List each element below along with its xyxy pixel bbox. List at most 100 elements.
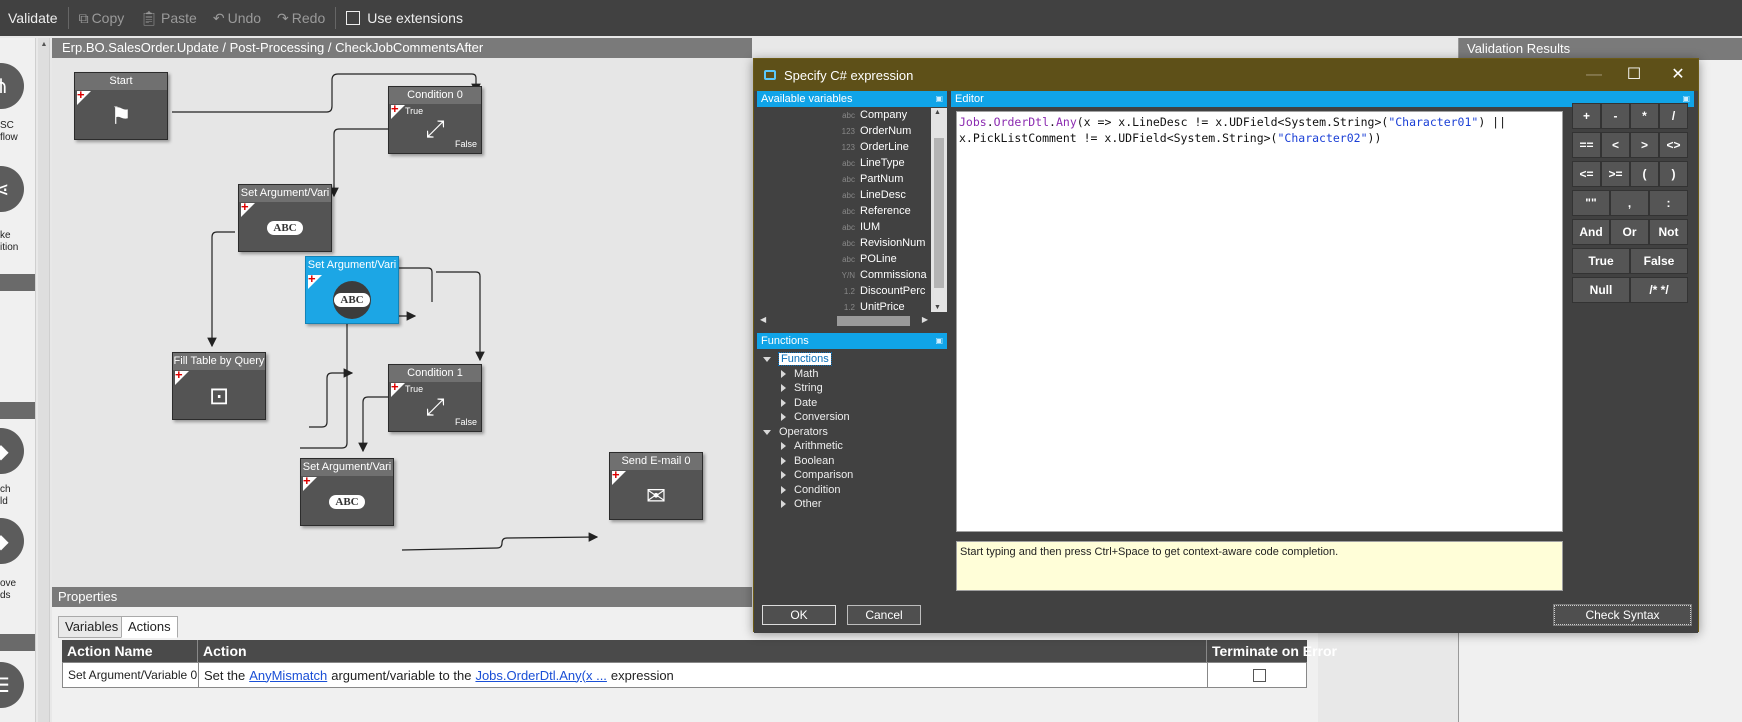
expand-icon[interactable] xyxy=(781,471,786,479)
tree-node-arithmetic[interactable]: Arithmetic xyxy=(781,438,843,454)
variables-hscrollbar[interactable]: ◀ ▶ xyxy=(757,314,931,328)
table-row[interactable]: Set Argument/Variable 0 Set the AnyMisma… xyxy=(62,662,1307,688)
expand-icon[interactable] xyxy=(781,370,786,378)
action-name-cell[interactable]: Set Argument/Variable 0 xyxy=(63,663,199,687)
multiply-button[interactable]: * xyxy=(1630,103,1659,129)
false-button[interactable]: False xyxy=(1630,248,1688,274)
collapse-icon[interactable] xyxy=(763,429,771,435)
less-equal-button[interactable]: <= xyxy=(1572,161,1601,187)
expression-editor[interactable]: Jobs.OrderDtl.Any(x => x.LineDesc != x.U… xyxy=(956,111,1563,532)
scroll-right-icon[interactable]: ▶ xyxy=(922,315,928,324)
dialog-title-bar[interactable]: Specify C# expression — ☐ ✕ xyxy=(754,59,1698,91)
share-icon[interactable]: ⋖ xyxy=(0,166,24,212)
and-button[interactable]: And xyxy=(1572,219,1610,245)
not-equal-button[interactable]: <> xyxy=(1659,132,1688,158)
minimize-icon[interactable]: — xyxy=(1572,59,1616,91)
column-header-terminate[interactable]: Terminate on Error xyxy=(1207,640,1337,662)
scroll-left-icon[interactable]: ◀ xyxy=(760,315,766,324)
tree-node-other[interactable]: Other xyxy=(781,496,822,512)
condition-1-node[interactable]: Condition 1 + True ⤢ False xyxy=(388,364,482,432)
comment-button[interactable]: /* */ xyxy=(1630,277,1688,303)
null-button[interactable]: Null xyxy=(1572,277,1630,303)
variable-link[interactable]: AnyMismatch xyxy=(249,668,327,683)
use-extensions-toggle[interactable]: Use extensions xyxy=(338,0,471,36)
column-header-action[interactable]: Action xyxy=(198,640,1207,662)
expand-icon[interactable] xyxy=(781,500,786,508)
start-node[interactable]: Start + ⚑ xyxy=(74,72,168,140)
tree-node-functions[interactable]: Functions xyxy=(763,351,832,367)
or-button[interactable]: Or xyxy=(1610,219,1649,245)
palette-group-header[interactable] xyxy=(0,634,35,651)
validate-button[interactable]: Validate xyxy=(0,0,66,36)
list-item[interactable]: abc LineType xyxy=(757,156,932,172)
document-icon[interactable]: ☰ xyxy=(0,662,24,708)
ok-button[interactable]: OK xyxy=(762,605,836,625)
set-argument-node[interactable]: Set Argument/Vari + ABC xyxy=(238,184,332,252)
equals-button[interactable]: == xyxy=(1572,132,1601,158)
quotes-button[interactable]: "" xyxy=(1572,190,1610,216)
list-item[interactable]: abc IUM xyxy=(757,220,932,236)
scroll-up-icon[interactable]: ▲ xyxy=(934,109,941,116)
expand-icon[interactable] xyxy=(781,399,786,407)
redo-button[interactable]: ↷ Redo xyxy=(269,0,333,36)
scrollbar-thumb[interactable] xyxy=(837,316,910,326)
fill-table-node[interactable]: Fill Table by Query + ⊡ xyxy=(172,352,266,420)
list-item[interactable]: abc POLine xyxy=(757,252,932,268)
workflow-icon[interactable]: ⋔ xyxy=(0,63,24,109)
tree-node-comparison[interactable]: Comparison xyxy=(781,467,853,483)
minus-button[interactable]: - xyxy=(1601,103,1630,129)
expand-icon[interactable] xyxy=(781,442,786,450)
checkbox-icon[interactable] xyxy=(346,11,361,25)
list-item[interactable]: 1.2 DiscountPerc xyxy=(757,284,932,300)
comma-button[interactable]: , xyxy=(1610,190,1649,216)
greater-than-button[interactable]: > xyxy=(1630,132,1659,158)
set-argument-node[interactable]: Set Argument/Vari + ABC xyxy=(300,458,394,526)
eraser-icon[interactable]: ◆ xyxy=(0,428,24,474)
expand-icon[interactable] xyxy=(781,413,786,421)
colon-button[interactable]: : xyxy=(1649,190,1688,216)
expression-link[interactable]: Jobs.OrderDtl.Any(x ... xyxy=(475,668,606,683)
pin-icon[interactable]: ▣ xyxy=(935,333,943,349)
close-paren-button[interactable]: ) xyxy=(1659,161,1688,187)
functions-tree[interactable]: Functions Math String Date Conversion Op… xyxy=(757,351,947,589)
scroll-down-icon[interactable]: ▼ xyxy=(934,304,941,311)
tab-actions[interactable]: Actions xyxy=(121,616,178,638)
pin-icon[interactable]: ▣ xyxy=(935,91,943,107)
maximize-icon[interactable]: ☐ xyxy=(1612,59,1656,91)
collapse-icon[interactable] xyxy=(763,356,771,362)
plus-button[interactable]: + xyxy=(1572,103,1601,129)
send-email-node[interactable]: Send E-mail 0 + ✉ xyxy=(609,452,703,520)
list-item[interactable]: abc PartNum xyxy=(757,172,932,188)
tree-node-conversion[interactable]: Conversion xyxy=(781,409,850,425)
eraser-icon[interactable]: ◆ xyxy=(0,518,24,564)
terminate-checkbox[interactable] xyxy=(1253,668,1266,682)
expand-icon[interactable] xyxy=(781,457,786,465)
check-syntax-button[interactable]: Check Syntax xyxy=(1553,604,1692,626)
open-paren-button[interactable]: ( xyxy=(1630,161,1659,187)
undo-button[interactable]: ↶ Undo xyxy=(205,0,269,36)
set-argument-node-selected[interactable]: Set Argument/Vari + ABC xyxy=(305,256,399,324)
list-item[interactable]: 123 OrderLine xyxy=(757,140,932,156)
list-item[interactable]: abc LineDesc xyxy=(757,188,932,204)
not-button[interactable]: Not xyxy=(1649,219,1688,245)
list-item[interactable]: 123 OrderNum xyxy=(757,124,932,140)
tab-variables[interactable]: Variables xyxy=(58,616,126,638)
condition-0-node[interactable]: Condition 0 + True ⤢ False xyxy=(388,86,482,154)
scroll-up-icon[interactable]: ▲ xyxy=(39,40,49,50)
column-header-action-name[interactable]: Action Name xyxy=(62,640,198,662)
action-cell[interactable]: Set the AnyMismatch argument/variable to… xyxy=(199,663,1208,687)
variables-list[interactable]: abc Company 123 OrderNum 123 OrderLine abc L… xyxy=(757,108,947,334)
paste-button[interactable]: 📋︎ Paste xyxy=(132,0,205,36)
expand-icon[interactable] xyxy=(781,384,786,392)
tree-node-string[interactable]: String xyxy=(781,380,823,396)
greater-equal-button[interactable]: >= xyxy=(1601,161,1630,187)
list-item[interactable]: 1.2 UnitPrice xyxy=(757,300,932,310)
scrollbar-thumb[interactable] xyxy=(934,138,944,288)
divide-button[interactable]: / xyxy=(1659,103,1688,129)
list-item[interactable]: abc Company xyxy=(757,108,932,124)
less-than-button[interactable]: < xyxy=(1601,132,1630,158)
list-item[interactable]: abc Reference xyxy=(757,204,932,220)
expand-icon[interactable] xyxy=(781,486,786,494)
palette-group-header[interactable] xyxy=(0,274,35,291)
list-item[interactable]: abc RevisionNum xyxy=(757,236,932,252)
